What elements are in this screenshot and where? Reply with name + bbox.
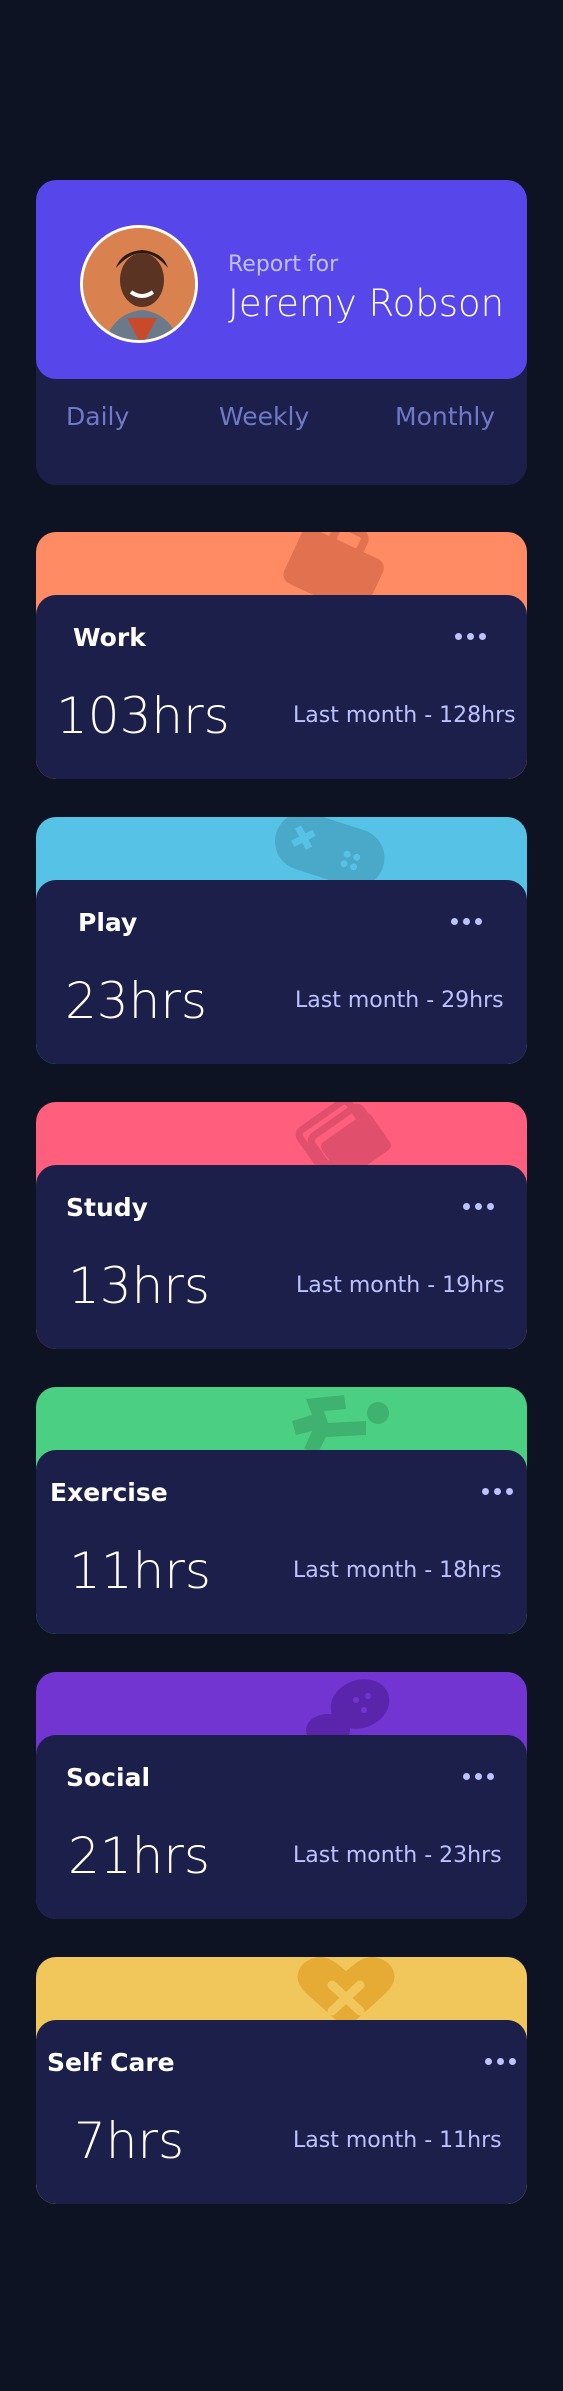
books-icon	[295, 1102, 391, 1174]
card-title: Play	[78, 908, 138, 937]
card-title: Study	[66, 1193, 148, 1222]
more-options-icon[interactable]	[479, 1476, 515, 1506]
social-icon	[306, 1679, 390, 1744]
report-for-label: Report for	[228, 252, 339, 277]
more-options-icon[interactable]	[452, 621, 488, 651]
card-work-body: Work 103hrs Last month - 128hrs	[36, 595, 527, 779]
card-play-body: Play 23hrs Last month - 29hrs	[36, 880, 527, 1064]
previous-hours: Last month - 19hrs	[296, 1273, 505, 1298]
card-work: Work 103hrs Last month - 128hrs	[36, 532, 527, 779]
briefcase-icon	[283, 532, 384, 604]
current-hours: 103hrs	[56, 687, 230, 745]
card-play: Play 23hrs Last month - 29hrs	[36, 817, 527, 1064]
period-monthly[interactable]: Monthly	[395, 402, 495, 431]
card-social-body: Social 21hrs Last month - 23hrs	[36, 1735, 527, 1919]
card-title: Social	[66, 1763, 151, 1792]
period-selector: Daily Weekly Monthly	[36, 402, 527, 442]
previous-hours: Last month - 29hrs	[295, 988, 504, 1013]
card-self-care: Self Care 7hrs Last month - 11hrs	[36, 1957, 527, 2204]
period-weekly[interactable]: Weekly	[219, 402, 309, 431]
card-title: Exercise	[50, 1478, 168, 1507]
more-options-icon[interactable]	[448, 906, 484, 936]
current-hours: 21hrs	[68, 1827, 210, 1885]
gamepad-icon	[275, 817, 385, 887]
running-icon	[292, 1395, 389, 1453]
current-hours: 23hrs	[65, 972, 207, 1030]
more-options-icon[interactable]	[460, 1761, 496, 1791]
previous-hours: Last month - 23hrs	[293, 1843, 502, 1868]
more-options-icon[interactable]	[482, 2046, 518, 2076]
card-title: Self Care	[47, 2048, 175, 2077]
avatar	[80, 225, 198, 343]
card-title: Work	[73, 623, 146, 652]
current-hours: 11hrs	[69, 1542, 211, 1600]
card-study-body: Study 13hrs Last month - 19hrs	[36, 1165, 527, 1349]
card-social: Social 21hrs Last month - 23hrs	[36, 1672, 527, 1919]
previous-hours: Last month - 11hrs	[293, 2128, 502, 2153]
current-hours: 13hrs	[68, 1257, 210, 1315]
period-daily[interactable]: Daily	[66, 402, 129, 431]
more-options-icon[interactable]	[460, 1191, 496, 1221]
previous-hours: Last month - 128hrs	[293, 703, 516, 728]
card-study: Study 13hrs Last month - 19hrs	[36, 1102, 527, 1349]
current-hours: 7hrs	[74, 2112, 185, 2170]
heart-icon	[297, 1957, 395, 2029]
profile-name: Jeremy Robson	[228, 282, 505, 325]
card-exercise-body: Exercise 11hrs Last month - 18hrs	[36, 1450, 527, 1634]
profile-header: Report for Jeremy Robson	[36, 180, 527, 379]
card-exercise: Exercise 11hrs Last month - 18hrs	[36, 1387, 527, 1634]
previous-hours: Last month - 18hrs	[293, 1558, 502, 1583]
profile-card: Report for Jeremy Robson Daily Weekly Mo…	[36, 180, 527, 485]
card-self-care-body: Self Care 7hrs Last month - 11hrs	[36, 2020, 527, 2204]
avatar-image	[83, 228, 195, 340]
